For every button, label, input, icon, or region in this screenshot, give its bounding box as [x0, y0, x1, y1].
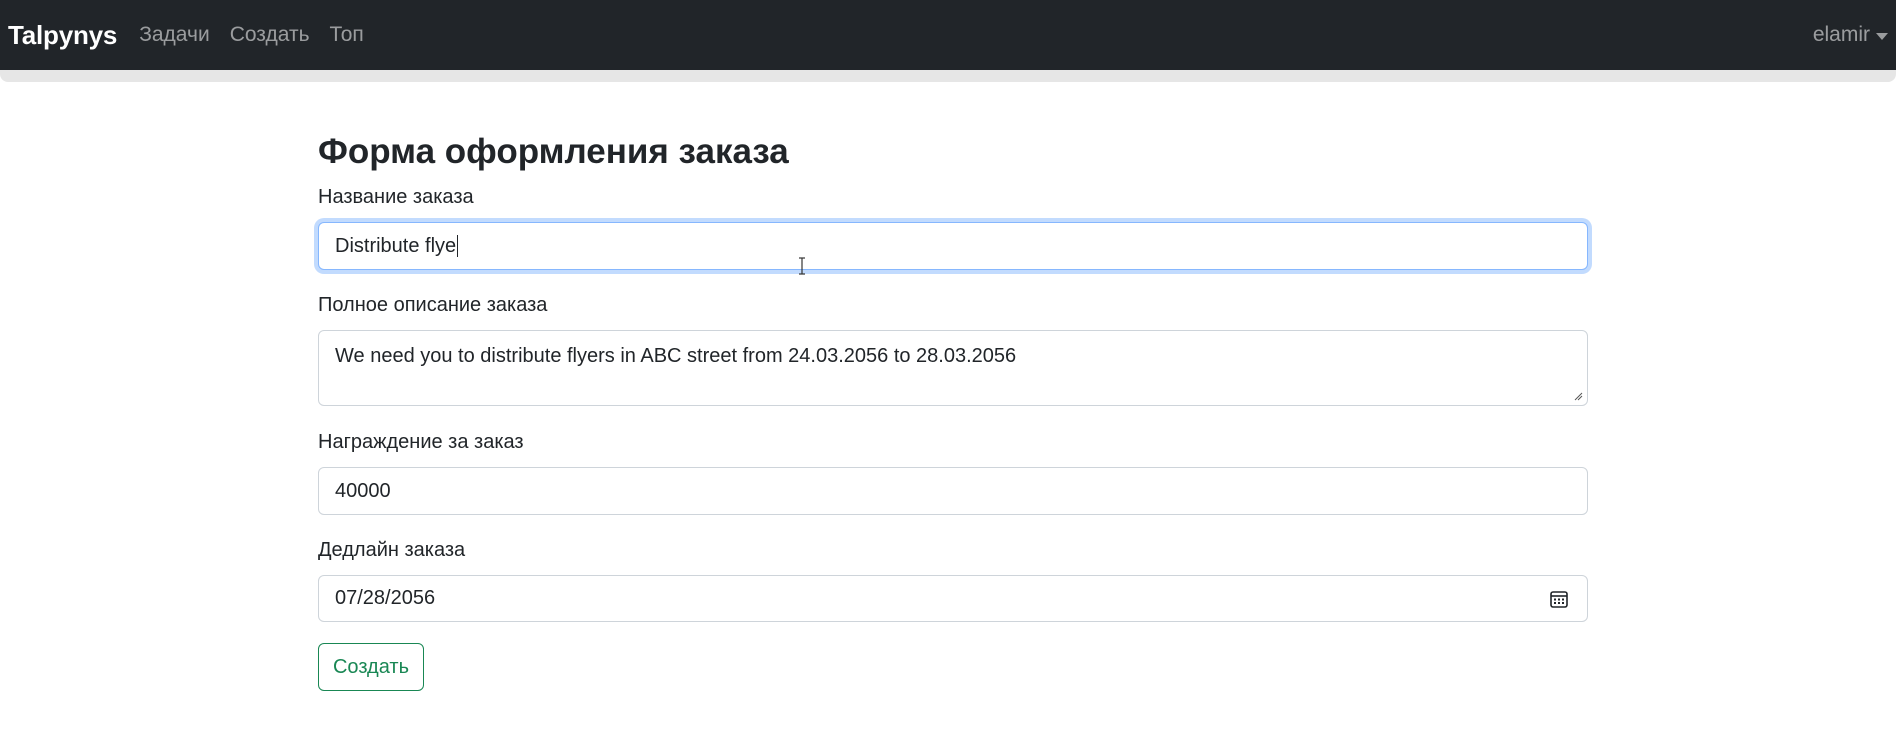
input-caret: [457, 235, 459, 257]
order-description-label: Полное описание заказа: [318, 294, 548, 316]
nav-link-create[interactable]: Создать: [230, 23, 310, 47]
navbar: Talpynys Задачи Создать Топ elamir: [0, 0, 1896, 70]
nav-link-top[interactable]: Топ: [330, 23, 364, 47]
order-name-input[interactable]: Distribute flye: [318, 222, 1588, 270]
navbar-shadow: [0, 70, 1896, 82]
nav-link-tasks[interactable]: Задачи: [139, 23, 210, 47]
user-name: elamir: [1812, 23, 1870, 46]
user-menu[interactable]: elamir: [1813, 0, 1888, 70]
order-deadline-input[interactable]: 07/28/2056: [318, 575, 1588, 622]
order-deadline-label: Дедлайн заказа: [318, 539, 466, 561]
order-description-value: We need you to distribute flyers in ABC …: [335, 345, 1017, 367]
create-button[interactable]: Создать: [318, 643, 424, 691]
order-reward-label: Награждение за заказ: [318, 431, 524, 453]
caret-down-icon: [1876, 32, 1888, 40]
order-deadline-value: 07/28/2056: [335, 587, 436, 609]
text-cursor-icon: [799, 257, 805, 275]
order-reward-input[interactable]: 40000: [318, 467, 1588, 515]
order-reward-value: 40000: [335, 479, 391, 502]
order-description-textarea[interactable]: We need you to distribute flyers in ABC …: [318, 330, 1588, 406]
order-name-label: Название заказа: [318, 186, 474, 208]
page-title: Форма оформления заказа: [318, 132, 789, 171]
order-name-value: Distribute flye: [335, 234, 457, 257]
calendar-icon[interactable]: [1549, 589, 1569, 609]
brand-logo[interactable]: Talpynys: [8, 20, 117, 51]
resize-grip-icon[interactable]: [1573, 391, 1583, 401]
